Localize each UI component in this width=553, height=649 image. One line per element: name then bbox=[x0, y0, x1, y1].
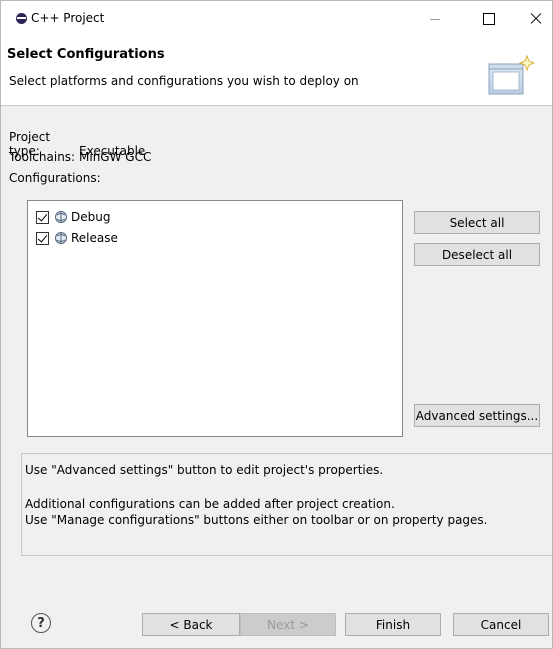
config-label: Release bbox=[71, 231, 118, 245]
minimize-button[interactable] bbox=[413, 1, 458, 35]
message-line: Use "Manage configurations" buttons eith… bbox=[25, 513, 488, 527]
message-line: Use "Advanced settings" button to edit p… bbox=[25, 463, 384, 477]
config-item-release[interactable]: Release bbox=[36, 230, 118, 246]
config-item-debug[interactable]: Debug bbox=[36, 209, 110, 225]
select-all-button[interactable]: Select all bbox=[414, 211, 540, 234]
wizard-icon bbox=[488, 54, 535, 95]
wizard-banner: Select Configurations Select platforms a… bbox=[1, 37, 552, 106]
message-line: Additional configurations can be added a… bbox=[25, 497, 395, 511]
next-button: Next > bbox=[240, 613, 336, 636]
maximize-button[interactable] bbox=[466, 1, 511, 35]
eclipse-app-icon bbox=[16, 13, 27, 24]
page-title: Select Configurations bbox=[7, 47, 165, 62]
toolchains-row: Toolchains: MinGW GCC bbox=[9, 150, 151, 164]
toolchains-value: MinGW GCC bbox=[79, 150, 152, 164]
window-title: C++ Project bbox=[31, 11, 105, 25]
finish-button[interactable]: Finish bbox=[345, 613, 441, 636]
cancel-button[interactable]: Cancel bbox=[453, 613, 549, 636]
close-button[interactable] bbox=[515, 1, 553, 35]
deselect-all-button[interactable]: Deselect all bbox=[414, 243, 540, 266]
checkbox-checked-icon[interactable] bbox=[36, 231, 49, 245]
toolchains-label: Toolchains: bbox=[9, 150, 76, 164]
advanced-settings-button[interactable]: Advanced settings... bbox=[414, 404, 540, 427]
help-icon[interactable]: ? bbox=[31, 613, 51, 633]
configurations-list[interactable]: Debug Release bbox=[27, 200, 403, 437]
config-label: Debug bbox=[71, 210, 111, 224]
build-config-icon bbox=[55, 232, 67, 244]
page-description: Select platforms and configurations you … bbox=[9, 74, 359, 88]
message-area: Use "Advanced settings" button to edit p… bbox=[21, 453, 552, 556]
configurations-label: Configurations: bbox=[9, 171, 101, 185]
title-bar: C++ Project bbox=[1, 1, 552, 37]
wizard-window: C++ Project Select Configurations Select… bbox=[0, 0, 553, 649]
back-button[interactable]: < Back bbox=[142, 613, 240, 636]
build-config-icon bbox=[55, 211, 67, 223]
checkbox-checked-icon[interactable] bbox=[36, 210, 49, 224]
